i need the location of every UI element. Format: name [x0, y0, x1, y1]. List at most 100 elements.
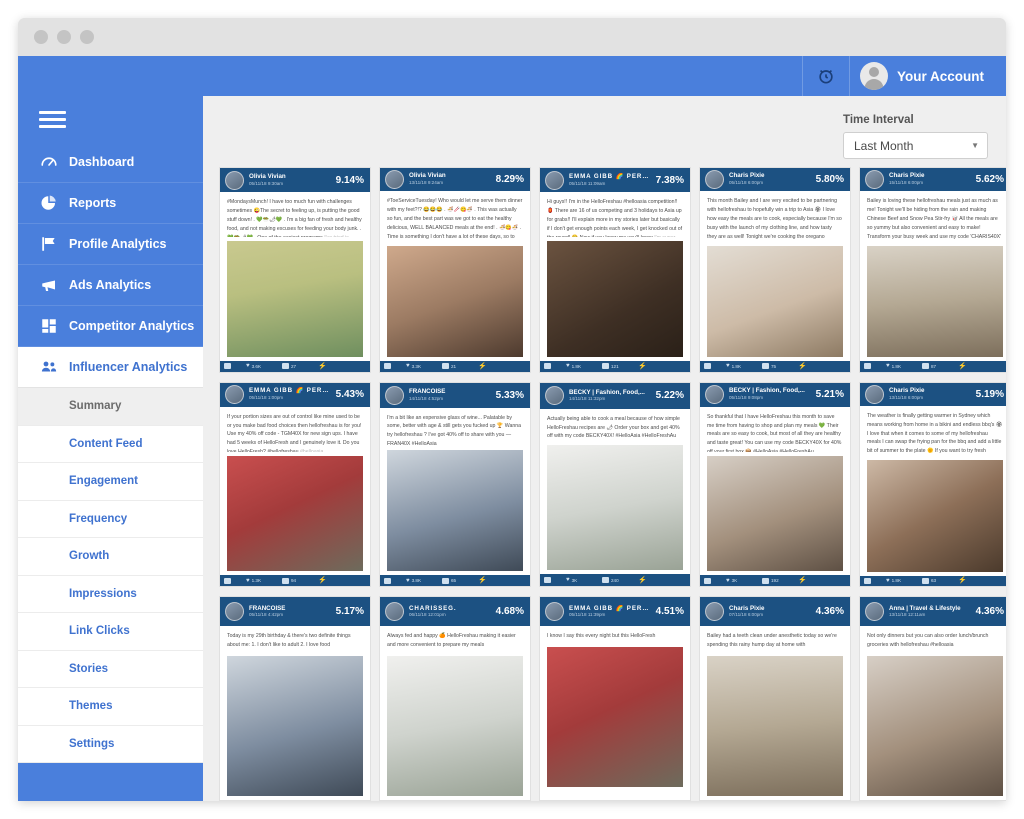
sidebar-subitem-label: Themes: [69, 700, 112, 712]
comment-icon: [442, 578, 449, 584]
post-caption: I know I say this every night but this H…: [540, 626, 690, 643]
sidebar-subitem-label: Settings: [69, 738, 114, 750]
sidebar-subitem-impressions[interactable]: Impressions: [18, 576, 203, 614]
post-caption: Actually being able to cook a meal becau…: [540, 409, 690, 441]
lightning-bolt-icon: ⚡: [958, 577, 967, 584]
influencer-post-card[interactable]: Charis Pixie15/11/18 6:00pm5.62%Bailey i…: [859, 167, 1006, 373]
influencer-post-grid: Olivia Vivian05/11/18 9:30am9.14%#Monday…: [219, 167, 998, 801]
influencer-post-card[interactable]: Charis Pixie07/11/18 6:00pm4.36%Bailey h…: [699, 596, 851, 801]
boost-stat: ⚡: [798, 363, 834, 370]
sidebar-subitem-label: Link Clicks: [69, 625, 130, 637]
comment-icon: [602, 363, 609, 369]
avatar: [860, 62, 888, 90]
comments-count: 94: [291, 578, 296, 583]
influencer-post-card[interactable]: CHARISSEG.06/11/18 12:01pm4.68%Always fe…: [379, 596, 531, 801]
post-image: [387, 246, 523, 357]
influencer-post-card[interactable]: EMMA GIBB 🌈 PERTH05/11/18 11:09am7.38%Hi…: [539, 167, 691, 373]
influencer-post-card[interactable]: FRANCOISE05/11/18 4:42pm5.17%Today is my…: [219, 596, 371, 801]
likes-count: 1.8K: [732, 364, 741, 369]
sidebar-subitem-growth[interactable]: Growth: [18, 538, 203, 576]
comments-count: 87: [931, 364, 936, 369]
likes-count: 3.8K: [412, 578, 421, 583]
post-type-indicator: [864, 578, 886, 584]
comments-stat: 87: [922, 363, 958, 369]
sidebar-subitem-themes[interactable]: Themes: [18, 688, 203, 726]
browser-window: Your Account Dashboard: [18, 18, 1006, 801]
sidebar-subitem-content-feed[interactable]: Content Feed: [18, 426, 203, 464]
likes-count: 1.8K: [892, 364, 901, 369]
sidebar-item-competitor-analytics[interactable]: Competitor Analytics: [18, 306, 203, 347]
influencer-post-card[interactable]: Olivia Vivian05/11/18 9:30am9.14%#Monday…: [219, 167, 371, 373]
influencer-post-card[interactable]: FRANCOISE14/11/18 4:52pm5.33%I'm a bit l…: [379, 382, 531, 588]
influencer-username: Charis Pixie: [729, 605, 811, 613]
post-type-indicator: [384, 578, 406, 584]
post-card-header: EMMA GIBB 🌈 PERTH05/11/18 1:00pm5.43%: [220, 383, 370, 407]
sidebar-item-influencer-analytics[interactable]: Influencer Analytics: [18, 347, 203, 388]
sidebar-item-dashboard[interactable]: Dashboard: [18, 142, 203, 183]
influencer-username: Olivia Vivian: [409, 172, 491, 180]
boost-stat: ⚡: [958, 363, 994, 370]
heart-icon: ♥: [886, 363, 890, 369]
sidebar-item-label: Influencer Analytics: [69, 360, 187, 374]
account-menu[interactable]: Your Account: [850, 56, 1006, 96]
account-label: Your Account: [897, 69, 984, 84]
photo-icon: [224, 363, 231, 369]
post-caption: Always fed and happy 🍊 HelloFreshau maki…: [380, 626, 530, 652]
likes-count: 3.6K: [252, 364, 261, 369]
sidebar-item-reports[interactable]: Reports: [18, 183, 203, 224]
post-timestamp: 05/11/18 9:30am: [249, 181, 331, 187]
influencer-post-card[interactable]: EMMA GIBB 🌈 PERTH05/11/18 1:00pm5.43%If …: [219, 382, 371, 588]
influencer-post-card[interactable]: BECKY | Fashion, Food,...05/11/18 9:08pm…: [699, 382, 851, 588]
sidebar-item-ads-analytics[interactable]: Ads Analytics: [18, 265, 203, 306]
window-maximize-dot[interactable]: [80, 30, 94, 44]
boost-stat: ⚡: [638, 577, 674, 584]
post-caption: Bailey is loving these hellofreshau meal…: [860, 191, 1006, 242]
alarm-clock-icon[interactable]: [802, 56, 850, 96]
influencer-avatar: [385, 386, 404, 405]
sidebar-subitem-settings[interactable]: Settings: [18, 726, 203, 764]
post-card-spacer: [540, 787, 690, 800]
post-image: [707, 456, 843, 572]
influencer-avatar: [865, 602, 884, 621]
comment-icon: [602, 577, 609, 583]
sidebar-subitem-stories[interactable]: Stories: [18, 651, 203, 689]
comments-stat: 240: [602, 577, 638, 583]
post-card-header: Olivia Vivian13/11/18 9:24am8.29%: [380, 168, 530, 191]
comment-icon: [762, 578, 769, 584]
comment-icon: [282, 578, 289, 584]
window-minimize-dot[interactable]: [57, 30, 71, 44]
window-close-dot[interactable]: [34, 30, 48, 44]
influencer-post-card[interactable]: EMMA GIBB 🌈 PERTH05/11/18 11:39pm4.51%I …: [539, 596, 691, 801]
influencer-post-card[interactable]: Anna | Travel & Lifestyle13/11/18 12:11a…: [859, 596, 1006, 801]
sidebar-item-profile-analytics[interactable]: Profile Analytics: [18, 224, 203, 265]
influencer-post-card[interactable]: Olivia Vivian13/11/18 9:24am8.29%#ToeSer…: [379, 167, 531, 373]
heart-icon: ♥: [886, 578, 890, 584]
influencer-post-card[interactable]: BECKY | Fashion, Food,...14/11/18 11:32p…: [539, 382, 691, 588]
hamburger-icon[interactable]: [18, 96, 203, 142]
engagement-rate: 4.36%: [976, 606, 1004, 617]
sidebar-subitem-frequency[interactable]: Frequency: [18, 501, 203, 539]
likes-count: 1.8K: [892, 578, 901, 583]
flag-icon: [39, 235, 58, 254]
heart-icon: ♥: [406, 363, 410, 369]
heart-icon: ♥: [246, 578, 250, 584]
comments-stat: 192: [762, 578, 798, 584]
comments-stat: 121: [602, 363, 638, 369]
time-interval-select[interactable]: Last Month ▼: [843, 132, 988, 159]
lightning-bolt-icon: ⚡: [638, 363, 647, 370]
influencer-post-card[interactable]: Charis Pixie13/11/18 6:00pm5.19%The weat…: [859, 382, 1006, 588]
comments-stat: 75: [762, 363, 798, 369]
sidebar-subitem-engagement[interactable]: Engagement: [18, 463, 203, 501]
sidebar-subitem-link-clicks[interactable]: Link Clicks: [18, 613, 203, 651]
likes-stat: ♥1.8K: [566, 363, 602, 369]
influencer-identity: EMMA GIBB 🌈 PERTH05/11/18 11:09am: [569, 173, 651, 187]
influencer-post-card[interactable]: Charis Pixie05/11/18 6:00pm5.80%This mon…: [699, 167, 851, 373]
post-stats-bar: ♥3.3K21⚡: [380, 361, 530, 371]
post-timestamp: 13/11/18 6:00pm: [889, 395, 971, 401]
sidebar-subitem-summary[interactable]: Summary: [18, 388, 203, 426]
post-timestamp: 05/11/18 4:42pm: [249, 612, 331, 618]
post-timestamp: 06/11/18 12:01pm: [409, 612, 491, 618]
likes-stat: ♥3K: [566, 577, 602, 583]
post-card-header: Olivia Vivian05/11/18 9:30am9.14%: [220, 168, 370, 192]
sidebar-subitem-label: Content Feed: [69, 438, 142, 450]
